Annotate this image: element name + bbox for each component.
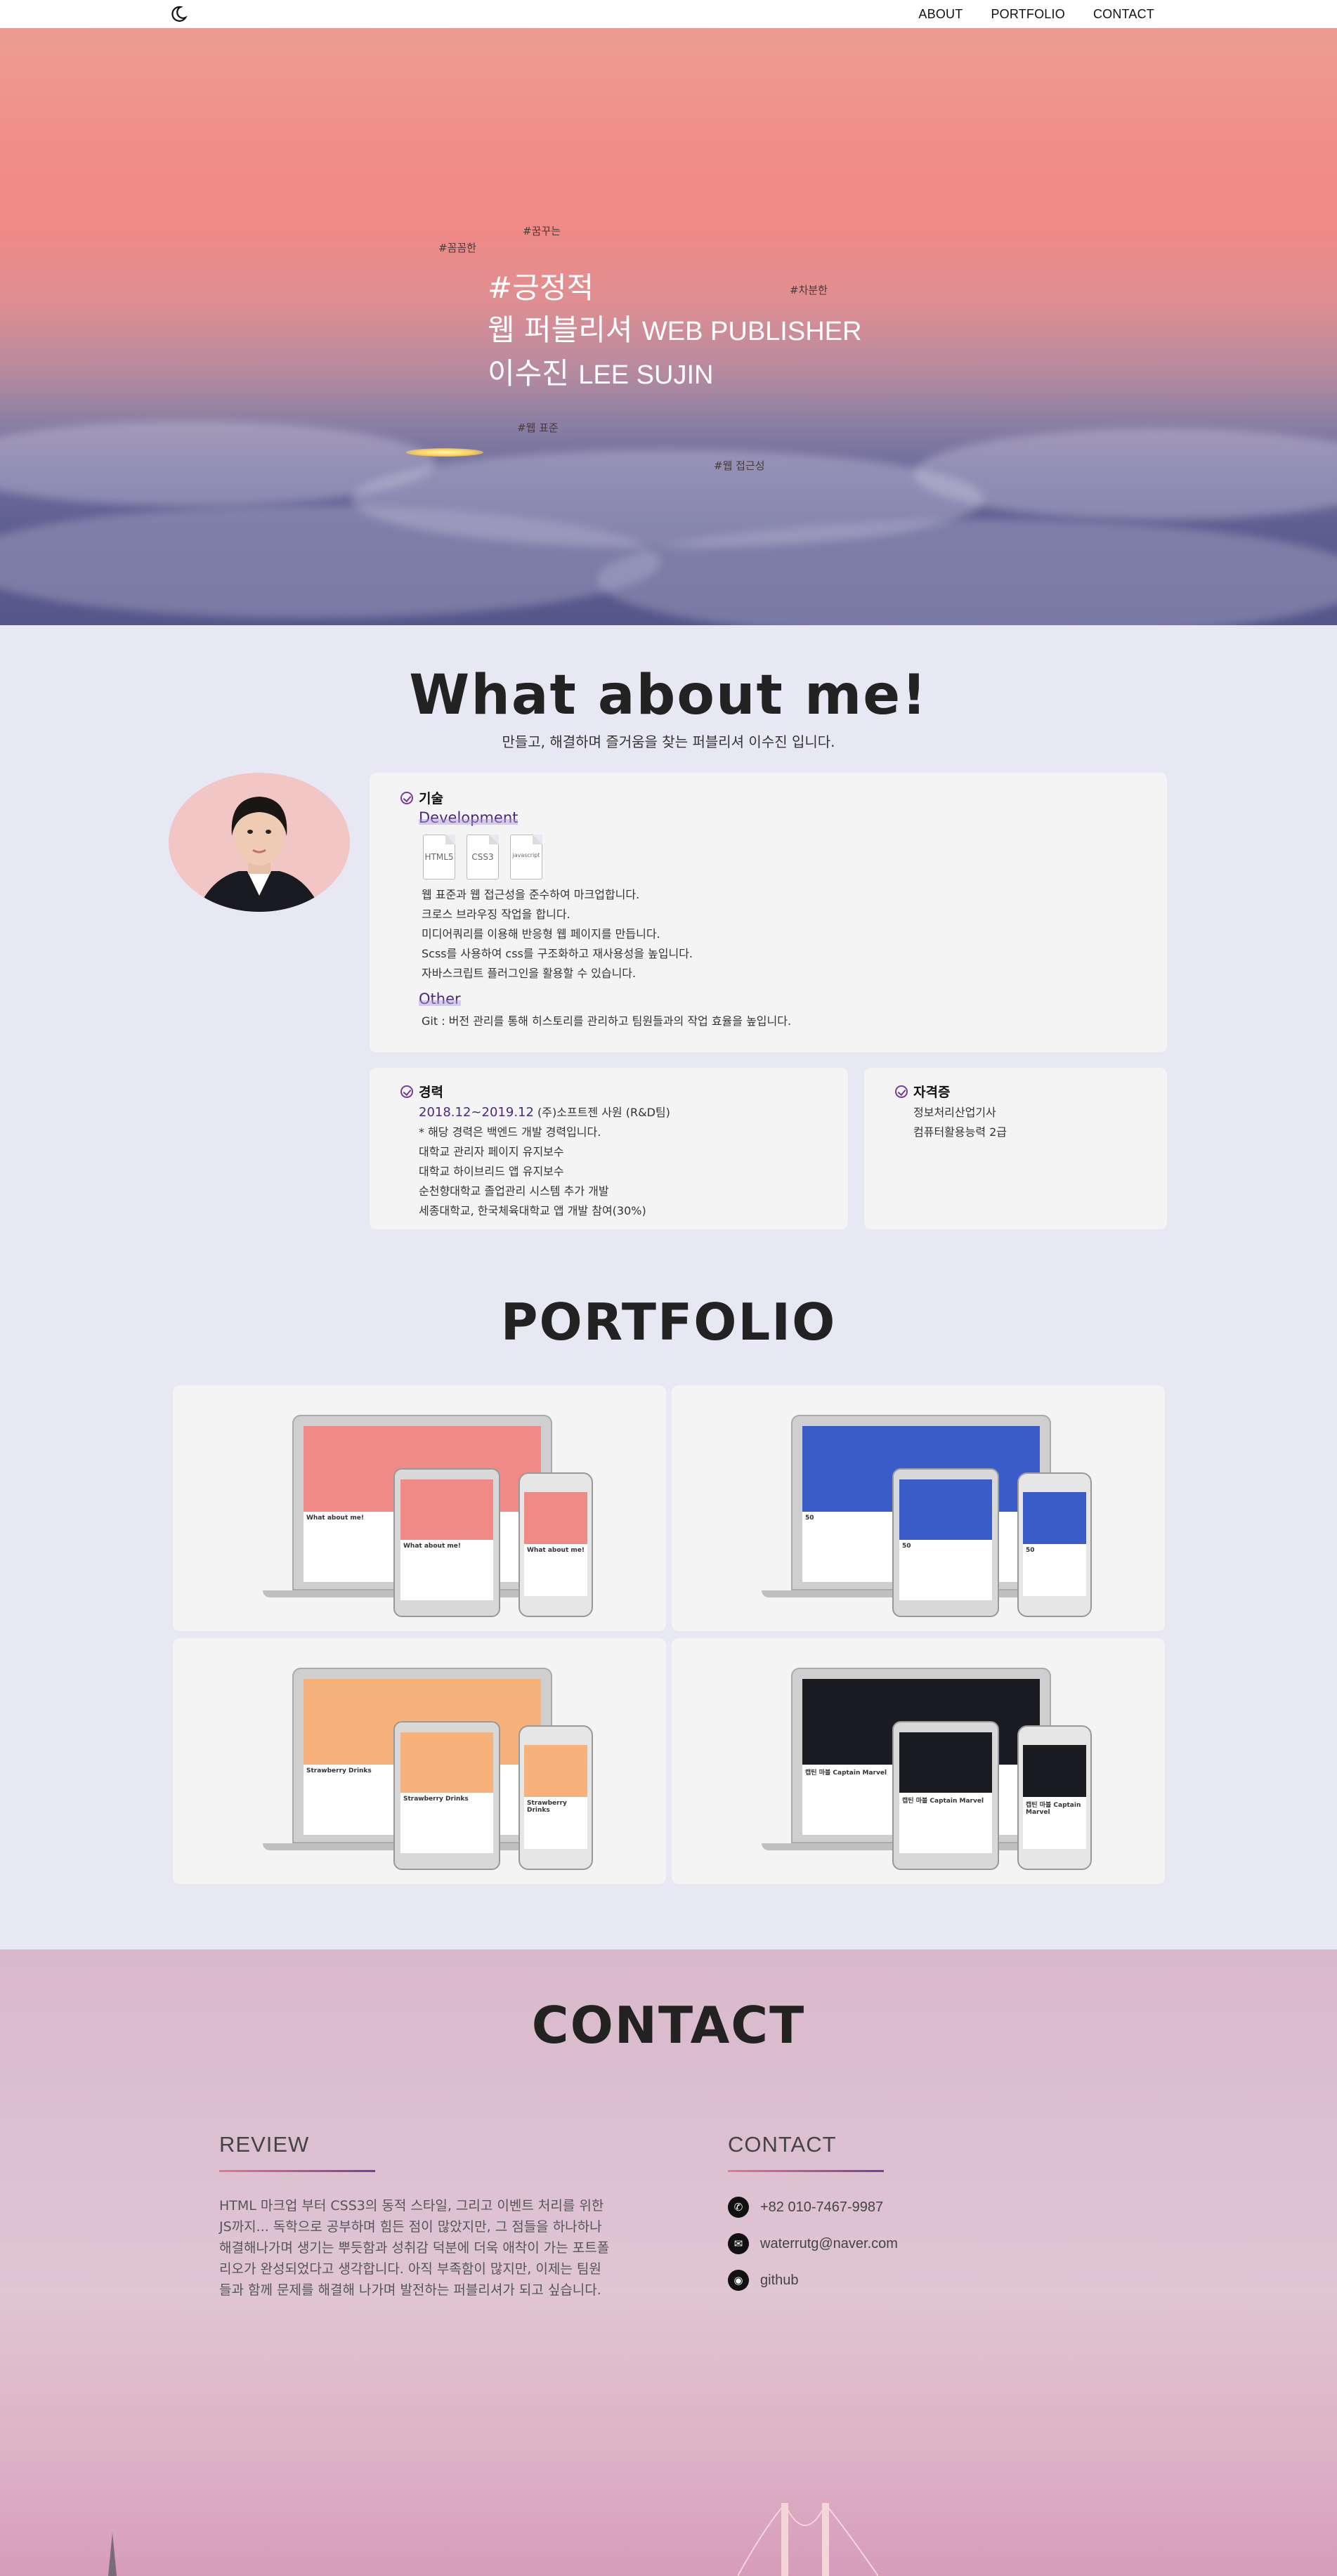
check-circle-icon	[895, 1085, 908, 1098]
envelope-icon: ✉	[728, 2233, 749, 2254]
phone-mockup: What about me!	[519, 1472, 593, 1617]
email-address: waterrutg@naver.com	[760, 2235, 898, 2251]
portfolio-card-portfolio-site[interactable]: What about me! What about me! What about…	[173, 1385, 666, 1631]
phone-row[interactable]: ✆ +82 010-7467-9987	[728, 2197, 883, 2218]
about-subtitle: 만들고, 해결하며 즐거움을 찾는 퍼블리셔 이수진 입니다.	[502, 733, 835, 750]
career-entry: 2018.12~2019.12 (주)소프트젠 사원 (R&D팀) * 해당 경…	[419, 1103, 670, 1221]
portfolio-card-government-site[interactable]: 50 50 50	[672, 1385, 1165, 1631]
career-card: 경력 2018.12~2019.12 (주)소프트젠 사원 (R&D팀) * 해…	[370, 1068, 848, 1229]
list-item: * 해당 경력은 백엔드 개발 경력입니다.	[419, 1125, 601, 1139]
hero-tag: #웹 접근성	[714, 459, 765, 472]
hero-name: 이수진 LEE SUJIN	[488, 353, 861, 396]
sunset-glow	[406, 448, 483, 457]
mockup-caption: 50	[902, 1543, 911, 1550]
development-list: 웹 표준과 웹 접근성을 준수하여 마크업합니다. 크로스 브라우징 작업을 합…	[422, 885, 693, 983]
other-line: Git : 버전 관리를 통해 히스토리를 관리하고 팀원들과의 작업 효율을 …	[422, 1014, 792, 1028]
list-item: 세종대학교, 한국체육대학교 앱 개발 참여(30%)	[419, 1204, 646, 1217]
moon-icon[interactable]	[169, 4, 188, 24]
list-item: 크로스 브라우징 작업을 합니다.	[422, 908, 570, 921]
hero-role-ko: 웹 퍼블리셔	[488, 313, 633, 347]
list-item: 대학교 관리자 페이지 유지보수	[419, 1145, 564, 1158]
nav-menu: ABOUT PORTFOLIO CONTACT	[918, 0, 1154, 28]
review-heading: REVIEW	[219, 2132, 310, 2157]
tablet-mockup: Strawberry Drinks	[393, 1721, 500, 1870]
github-link: github	[760, 2272, 799, 2288]
nav-portfolio-link[interactable]: PORTFOLIO	[991, 7, 1065, 22]
contact-underline	[728, 2170, 884, 2172]
profile-photo	[169, 773, 350, 912]
hero-tag: #꼼꼼한	[438, 242, 476, 254]
github-icon: ◉	[728, 2270, 749, 2291]
hero-role-en: WEB PUBLISHER	[641, 317, 862, 346]
github-row[interactable]: ◉ github	[728, 2270, 799, 2291]
tablet-mockup: 50	[892, 1468, 999, 1617]
other-label: Other	[419, 990, 461, 1007]
list-item: 순천향대학교 졸업관리 시스템 추가 개발	[419, 1184, 609, 1198]
phone-mockup: Strawberry Drinks	[519, 1725, 593, 1870]
license-card: 자격증 정보처리산업기사 컴퓨터활용능력 2급	[864, 1068, 1167, 1229]
list-item: 컴퓨터활용능력 2급	[913, 1125, 1007, 1139]
license-list: 정보처리산업기사 컴퓨터활용능력 2급	[913, 1103, 1007, 1142]
hero-tag: #웹 표준	[517, 421, 559, 434]
skills-heading: 기술	[400, 788, 443, 807]
mockup-caption: What about me!	[527, 1547, 585, 1554]
mockup-caption: Strawberry Drinks	[527, 1800, 567, 1814]
mockup-caption: 캡틴 마블 Captain Marvel	[1026, 1802, 1081, 1816]
portfolio-card-movie-site[interactable]: 캡틴 마블 Captain Marvel 캡틴 마블 Captain Marve…	[672, 1638, 1165, 1884]
hero-name-en: LEE SUJIN	[578, 360, 714, 390]
list-item: 웹 표준과 웹 접근성을 준수하여 마크업합니다.	[422, 888, 640, 901]
check-circle-icon	[400, 1085, 413, 1098]
email-row[interactable]: ✉ waterrutg@naver.com	[728, 2233, 898, 2254]
mockup-caption: Strawberry Drinks	[403, 1796, 469, 1803]
mockup-caption: What about me!	[403, 1543, 461, 1550]
hero-section: #꼼꼼한 #꿈꾸는 #차분한 #웹 표준 #웹 접근성 #긍정적 웹 퍼블리셔 …	[0, 28, 1337, 625]
list-item: 미디어쿼리를 이용해 반응형 웹 페이지를 만듭니다.	[422, 927, 660, 941]
mockup-caption: 50	[1026, 1547, 1035, 1554]
license-heading: 자격증	[895, 1082, 950, 1101]
portfolio-card-strawberry-cafe[interactable]: Strawberry Drinks Strawberry Drinks Stra…	[173, 1638, 666, 1884]
check-circle-icon	[400, 791, 413, 804]
hero-name-ko: 이수진	[488, 356, 569, 391]
html5-file-icon: HTML5	[423, 835, 455, 880]
tower-silhouette	[108, 2532, 117, 2576]
phone-number: +82 010-7467-9987	[760, 2199, 884, 2215]
phone-icon: ✆	[728, 2197, 749, 2218]
mockup-caption: 캡틴 마블 Captain Marvel	[902, 1798, 984, 1805]
development-label: Development	[419, 809, 519, 826]
contact-heading: CONTACT	[728, 2132, 837, 2157]
career-heading: 경력	[400, 1082, 443, 1101]
hero-headline: #긍정적 웹 퍼블리셔 WEB PUBLISHER 이수진 LEE SUJIN	[488, 267, 861, 396]
phone-mockup: 캡틴 마블 Captain Marvel	[1017, 1725, 1092, 1870]
career-period: 2018.12~2019.12	[419, 1105, 534, 1120]
skills-card: 기술 Development HTML5 CSS3 javascript 웹 표…	[370, 773, 1167, 1052]
hero-role: 웹 퍼블리셔 WEB PUBLISHER	[488, 309, 861, 353]
phone-mockup: 50	[1017, 1472, 1092, 1617]
hero-tag: #꿈꾸는	[523, 225, 561, 237]
tablet-mockup: What about me!	[393, 1468, 500, 1617]
review-text: HTML 마크업 부터 CSS3의 동적 스타일, 그리고 이벤트 처리를 위한…	[219, 2198, 610, 2298]
list-item: 자바스크립트 플러그인을 활용할 수 있습니다.	[422, 967, 637, 980]
css3-file-icon: CSS3	[467, 835, 499, 880]
list-item: Scss를 사용하여 css를 구조화하고 재사용성을 높입니다.	[422, 947, 693, 960]
review-underline	[219, 2170, 375, 2172]
contact-section: CONTACT REVIEW HTML 마크업 부터 CSS3의 동적 스타일,…	[0, 1949, 1337, 2576]
about-title: What about me!	[409, 664, 928, 727]
hero-tagline: #긍정적	[488, 270, 594, 305]
nav-about-link[interactable]: ABOUT	[918, 7, 963, 22]
javascript-file-icon: javascript	[510, 835, 542, 880]
bridge-illustration	[738, 2503, 878, 2576]
list-item: 대학교 하이브리드 앱 유지보수	[419, 1165, 564, 1178]
tablet-mockup: 캡틴 마블 Captain Marvel	[892, 1721, 999, 1870]
portfolio-title: PORTFOLIO	[500, 1293, 837, 1352]
list-item: 정보처리산업기사	[913, 1106, 996, 1119]
contact-title: CONTACT	[531, 1996, 806, 2055]
nav-contact-link[interactable]: CONTACT	[1093, 7, 1154, 22]
career-company: (주)소프트젠 사원 (R&D팀)	[537, 1106, 670, 1119]
top-nav: ABOUT PORTFOLIO CONTACT	[0, 0, 1337, 28]
